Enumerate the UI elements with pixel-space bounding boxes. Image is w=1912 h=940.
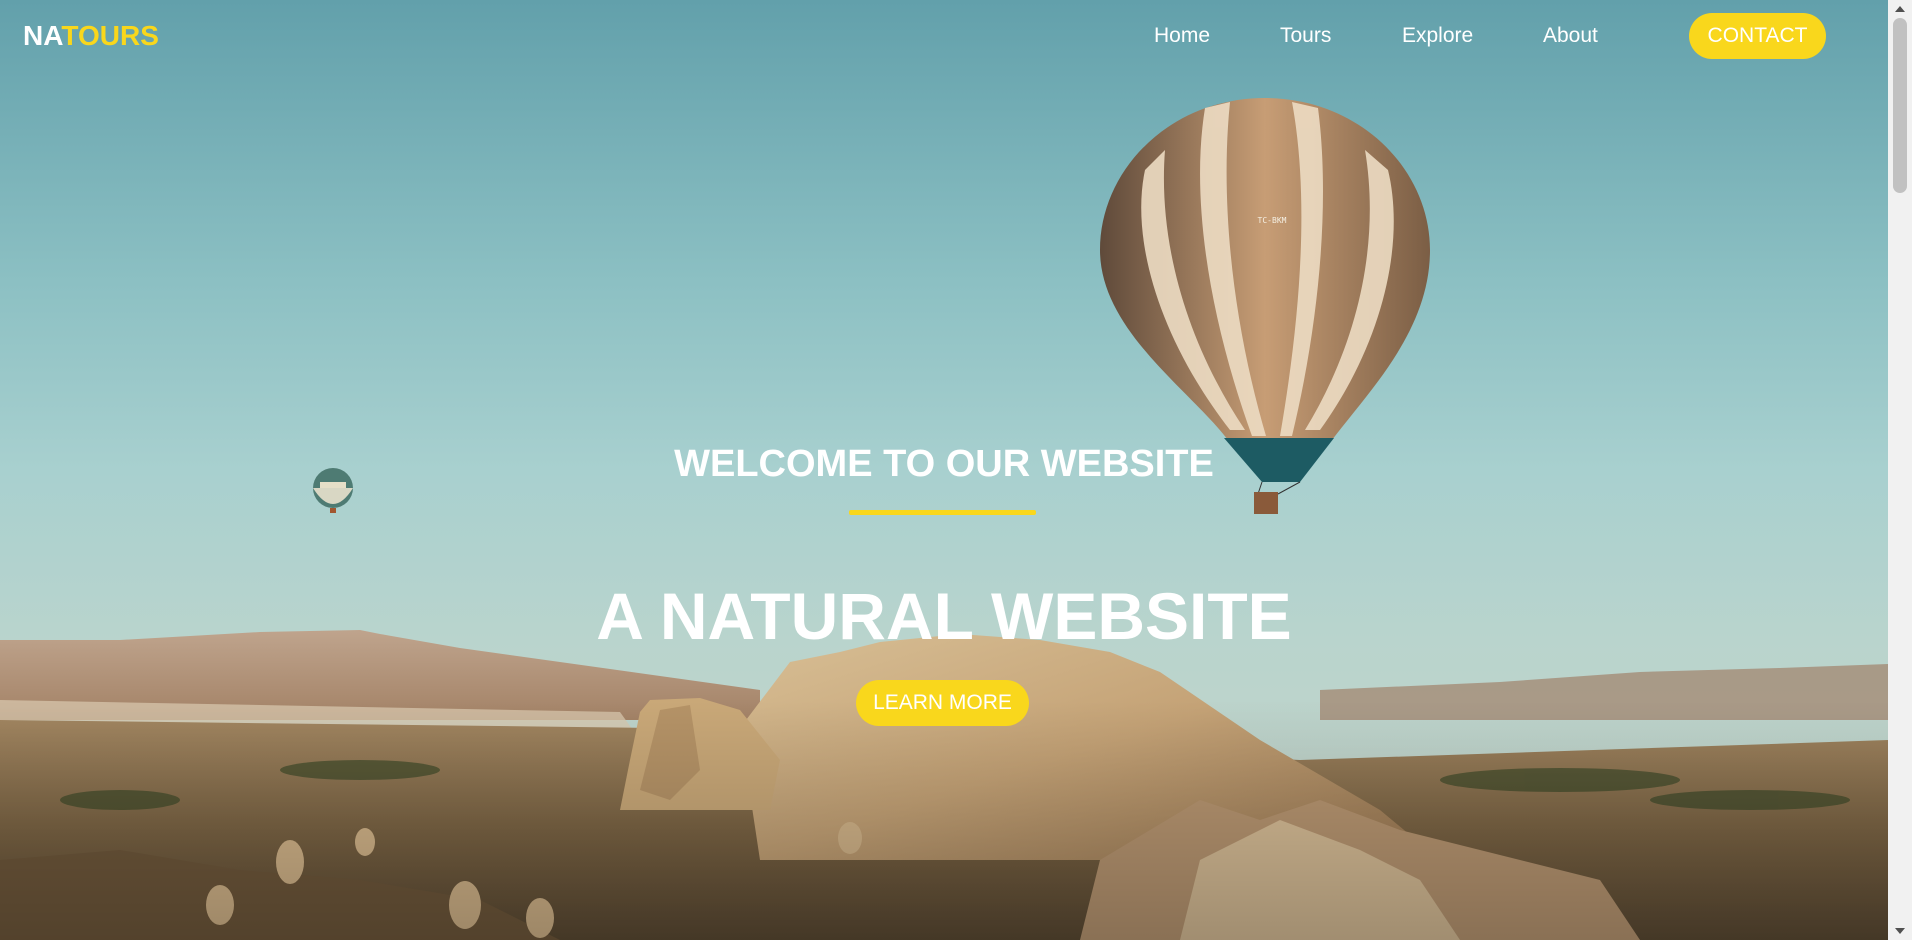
heading-underline (849, 510, 1036, 515)
scroll-down-icon[interactable] (1895, 928, 1905, 934)
learn-more-button[interactable]: LEARN MORE (856, 680, 1029, 726)
hero-headline: A NATURAL WEBSITE (596, 579, 1292, 653)
welcome-heading: WELCOME TO OUR WEBSITE (674, 443, 1214, 485)
scroll-thumb[interactable] (1893, 18, 1907, 193)
page: TC-BKM NATOURS Home Tours Explore About … (0, 0, 1912, 940)
hero-content: WELCOME TO OUR WEBSITE A NATURAL WEBSITE… (0, 0, 1888, 940)
scroll-up-icon[interactable] (1895, 6, 1905, 12)
vertical-scrollbar[interactable] (1888, 0, 1912, 940)
hero-section: TC-BKM NATOURS Home Tours Explore About … (0, 0, 1888, 940)
